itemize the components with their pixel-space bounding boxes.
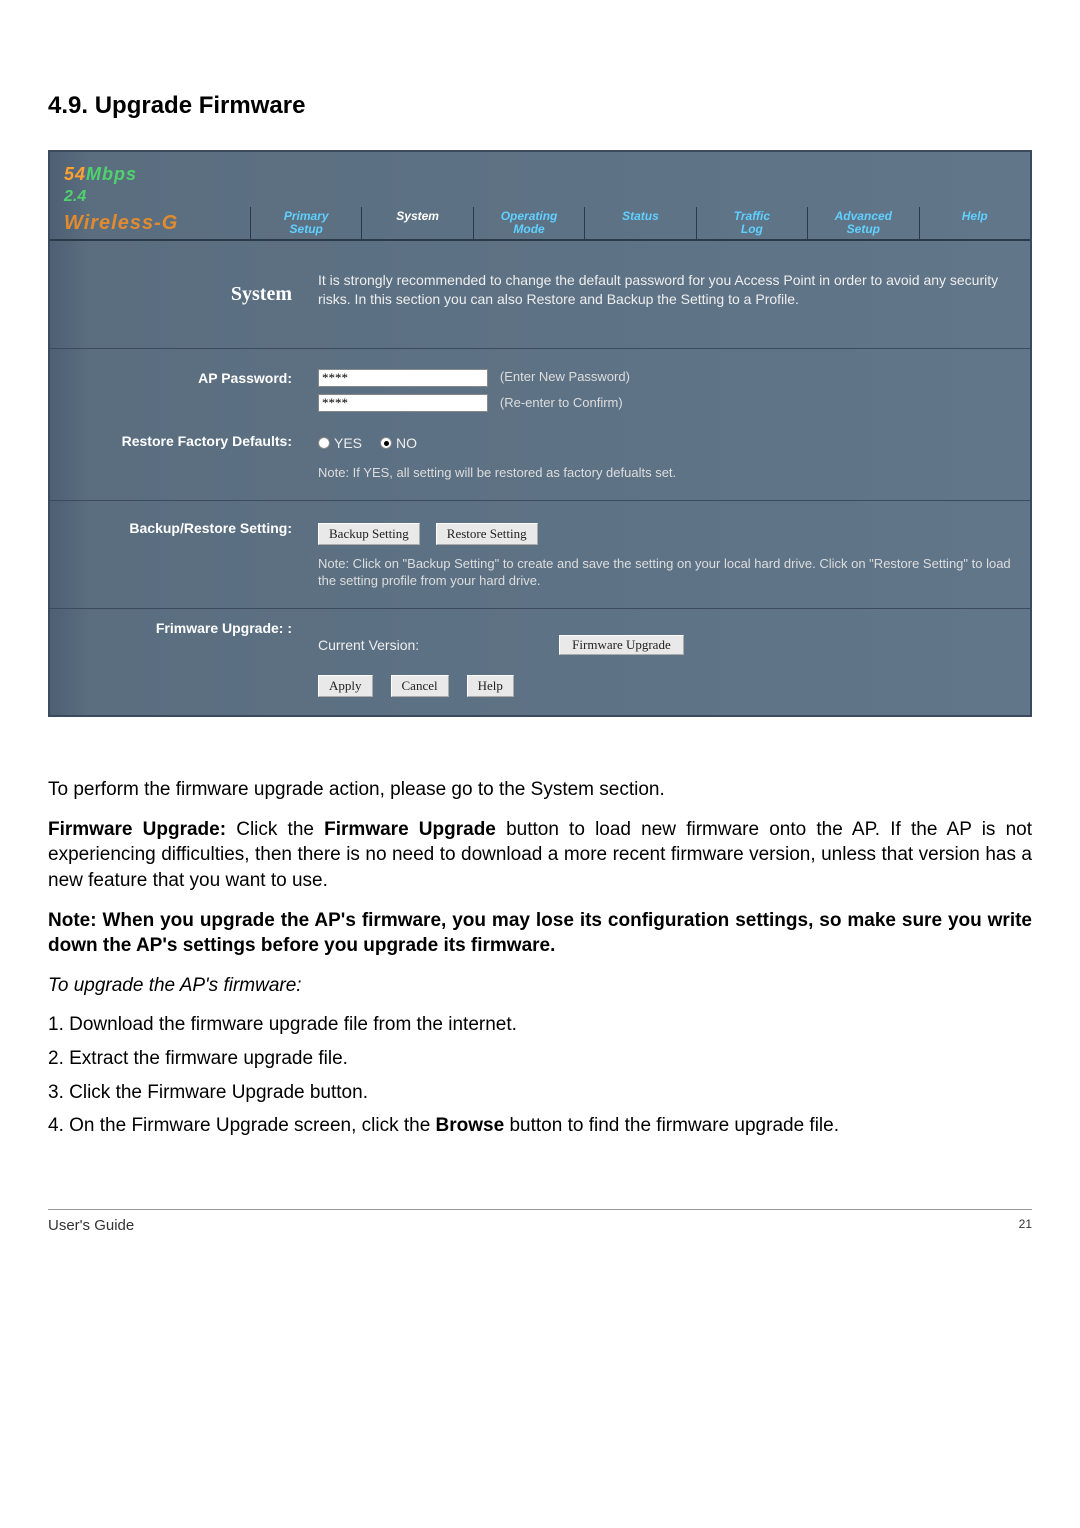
step-4: 4. On the Firmware Upgrade screen, click…	[48, 1113, 1032, 1139]
upgrade-steps: 1. Download the firmware upgrade file fr…	[48, 1012, 1032, 1139]
document-body: To perform the firmware upgrade action, …	[48, 777, 1032, 1139]
apply-button[interactable]: Apply	[318, 675, 373, 697]
nav-row: Wireless-G PrimarySetup System Operating…	[50, 207, 1030, 241]
cancel-button[interactable]: Cancel	[391, 675, 449, 697]
tab-operating-mode[interactable]: OperatingMode	[473, 207, 584, 239]
body-p2: Firmware Upgrade: Click the Firmware Upg…	[48, 817, 1032, 894]
logo-ghz: 2.4	[64, 186, 210, 208]
password-input[interactable]	[318, 369, 488, 387]
restore-yes-label: YES	[334, 434, 362, 453]
backup-setting-button[interactable]: Backup Setting	[318, 523, 420, 545]
tab-primary-setup[interactable]: PrimarySetup	[250, 207, 361, 239]
system-header-desc: It is strongly recommended to change the…	[310, 241, 1030, 348]
password-confirm-input[interactable]	[318, 394, 488, 412]
logo-mbps: Mbps	[86, 164, 137, 184]
restore-setting-button[interactable]: Restore Setting	[436, 523, 538, 545]
body-p1: To perform the firmware upgrade action, …	[48, 777, 1032, 803]
body-p3-note: Note: When you upgrade the AP's firmware…	[48, 908, 1032, 959]
tab-advanced-setup[interactable]: AdvancedSetup	[807, 207, 918, 239]
restore-yes-radio[interactable]: YES	[318, 434, 362, 453]
tab-status[interactable]: Status	[584, 207, 695, 239]
step-2: 2. Extract the firmware upgrade file.	[48, 1046, 1032, 1072]
panel-firmware: Frimware Upgrade: : Current Version: Fir…	[50, 609, 1030, 715]
system-header-title: System	[50, 241, 310, 348]
page-footer: User's Guide 21	[48, 1209, 1032, 1236]
section-title: 4.9. Upgrade Firmware	[48, 90, 1032, 122]
tab-traffic-log[interactable]: TrafficLog	[696, 207, 807, 239]
step-3: 3. Click the Firmware Upgrade button.	[48, 1080, 1032, 1106]
panel-backup-restore: Backup/Restore Setting: Backup Setting R…	[50, 501, 1030, 609]
body-p4-intro: To upgrade the AP's firmware:	[48, 973, 1032, 999]
firmware-upgrade-button[interactable]: Firmware Upgrade	[559, 635, 684, 655]
restore-no-radio[interactable]: NO	[380, 434, 417, 453]
tab-system[interactable]: System	[361, 207, 472, 239]
help-button[interactable]: Help	[467, 675, 514, 697]
restore-note: Note: If YES, all setting will be restor…	[318, 464, 1012, 482]
restore-no-label: NO	[396, 434, 417, 453]
logo: 54Mbps 2.4	[50, 162, 210, 208]
backup-note: Note: Click on "Backup Setting" to creat…	[318, 555, 1012, 590]
ap-password-label: AP Password:	[50, 369, 292, 388]
restore-defaults-label: Restore Factory Defaults:	[50, 432, 292, 451]
footer-left: User's Guide	[48, 1216, 134, 1236]
firmware-upgrade-label: Frimware Upgrade: :	[50, 619, 292, 638]
password-hint2: (Re-enter to Confirm)	[500, 395, 623, 410]
password-hint1: (Enter New Password)	[500, 369, 630, 384]
backup-restore-label: Backup/Restore Setting:	[50, 519, 292, 538]
current-version-label: Current Version:	[318, 636, 419, 655]
step-1: 1. Download the firmware upgrade file fr…	[48, 1012, 1032, 1038]
logo-row: 54Mbps 2.4	[50, 152, 1030, 207]
tabs: PrimarySetup System OperatingMode Status…	[250, 207, 1030, 239]
logo-54: 54	[64, 164, 86, 184]
page-number: 21	[1019, 1216, 1032, 1236]
brand-text: Wireless-G	[50, 210, 250, 237]
tab-help[interactable]: Help	[919, 207, 1030, 239]
panel-password-restore: AP Password: Restore Factory Defaults: (…	[50, 349, 1030, 500]
system-header-panel: System It is strongly recommended to cha…	[50, 241, 1030, 349]
router-admin-screenshot: 54Mbps 2.4 Wireless-G PrimarySetup Syste…	[48, 150, 1032, 717]
